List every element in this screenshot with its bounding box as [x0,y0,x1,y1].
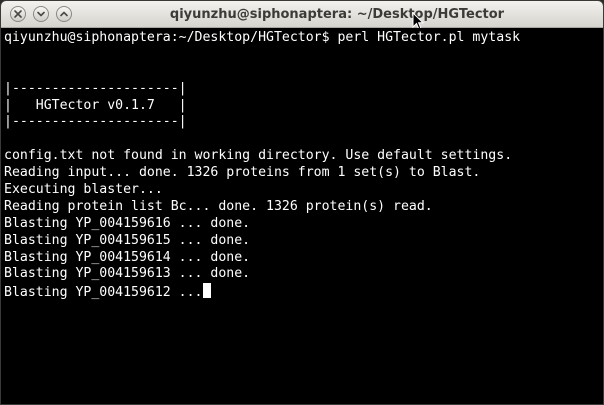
terminal-line: Executing blaster... [4,182,163,198]
minimize-button[interactable] [33,6,49,22]
text-cursor [202,283,211,299]
terminal-line: Blasting YP_004159616 ... done. [4,215,251,231]
terminal-output[interactable]: qiyunzhu@siphonaptera:~/Desktop/HGTector… [1,28,603,404]
banner-title: | HGTector v0.1.7 | [4,97,187,113]
maximize-icon [60,11,68,17]
terminal-command-line: qiyunzhu@siphonaptera:~/Desktop/HGTector… [4,30,521,45]
maximize-button[interactable] [56,6,72,22]
terminal-line: config.txt not found in working director… [4,148,513,164]
terminal-line: Blasting YP_004159613 ... done. [4,266,251,282]
terminal-current-text: Blasting YP_004159612 ... [4,285,203,301]
terminal-line: Blasting YP_004159615 ... done. [4,232,251,248]
window-title: qiyunzhu@siphonaptera: ~/Desktop/HGTecto… [169,7,505,22]
terminal-line: Blasting YP_004159614 ... done. [4,249,251,265]
terminal-current-line: Blasting YP_004159612 ... [4,283,603,300]
terminal-line: Reading protein list Bc... done. 1326 pr… [4,198,433,214]
minimize-icon [37,11,45,17]
terminal-line: Reading input... done. 1326 proteins fro… [4,165,481,181]
close-button[interactable] [10,6,26,22]
banner-border-bottom: |---------------------| [4,114,187,130]
title-bar[interactable]: qiyunzhu@siphonaptera: ~/Desktop/HGTecto… [1,1,603,31]
close-icon [14,10,22,18]
banner-border-top: |---------------------| [4,80,187,96]
terminal-window: qiyunzhu@siphonaptera: ~/Desktop/HGTecto… [0,0,604,405]
